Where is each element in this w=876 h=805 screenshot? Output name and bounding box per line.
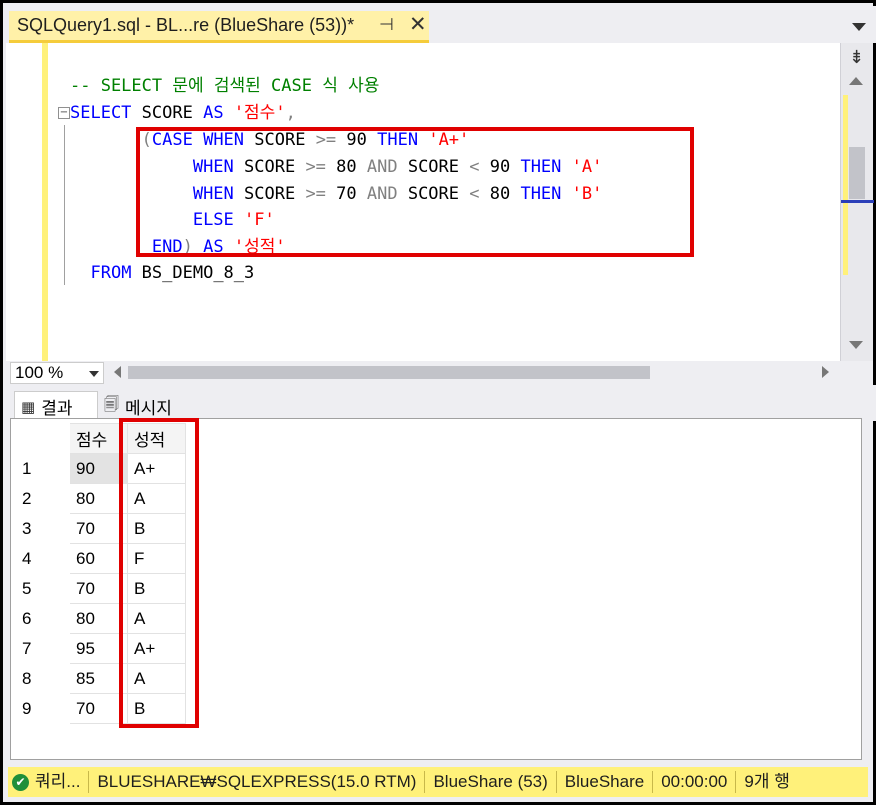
document-tab-title: SQLQuery1.sql - BL...re (BlueShare (53))… — [17, 15, 355, 35]
code-token: BS_DEMO_8_3 — [131, 263, 255, 283]
pin-icon[interactable]: ⊣ — [379, 15, 394, 35]
status-bar: ✔ 쿼리... BLUESHARE₩SQLEXPRESS(15.0 RTM) B… — [8, 767, 868, 797]
tab-messages-label: 메시지 — [125, 398, 172, 419]
row-number[interactable]: 4 — [15, 543, 70, 574]
code-token: AS — [203, 103, 224, 123]
tab-messages[interactable]: 🗐 메시지 — [98, 391, 192, 421]
scroll-right-icon[interactable] — [822, 366, 829, 378]
code-token: SELECT — [70, 103, 132, 123]
editor-vertical-scrollbar[interactable]: ⇟ — [840, 43, 874, 361]
tab-results[interactable]: ▦ 결과 — [14, 391, 98, 421]
row-number[interactable]: 8 — [15, 663, 70, 694]
status-row-count: 9개 행 — [735, 771, 797, 793]
scroll-left-icon[interactable] — [114, 366, 121, 378]
document-tab[interactable]: SQLQuery1.sql - BL...re (BlueShare (53))… — [9, 11, 429, 43]
collapse-icon[interactable]: − — [58, 107, 70, 119]
status-database: BlueShare — [555, 771, 652, 793]
chevron-down-icon[interactable] — [852, 23, 866, 31]
zoom-scroll-bar: 100 % — [6, 361, 840, 385]
results-tab-strip: ▦ 결과 🗐 메시지 — [6, 385, 876, 421]
tab-close-icon[interactable]: ✕ — [409, 12, 427, 37]
change-margin-bar — [42, 43, 48, 361]
grid-corner[interactable] — [15, 423, 70, 454]
row-number[interactable]: 3 — [15, 513, 70, 544]
zoom-select[interactable]: 100 % — [10, 362, 104, 384]
scroll-up-icon[interactable] — [849, 77, 863, 85]
status-login: BlueShare (53) — [424, 771, 555, 793]
code-token: FROM — [90, 263, 132, 283]
caret-position-marker — [841, 200, 874, 203]
code-line[interactable]: -- SELECT 문에 검색된 CASE 식 사용 — [70, 73, 379, 99]
code-line[interactable]: SELECT SCORE AS '점수', — [70, 100, 296, 126]
row-number[interactable]: 9 — [15, 693, 70, 724]
grade-column-highlight-box — [119, 418, 199, 728]
scroll-change-marker — [843, 95, 848, 275]
row-number[interactable]: 1 — [15, 453, 70, 484]
row-number[interactable]: 7 — [15, 633, 70, 664]
status-server: BLUESHARE₩SQLEXPRESS(15.0 RTM) — [88, 771, 424, 793]
chevron-down-icon[interactable] — [89, 371, 99, 377]
vertical-scroll-thumb[interactable] — [849, 147, 865, 199]
outline-line — [64, 125, 65, 285]
scroll-down-icon[interactable] — [849, 341, 863, 349]
code-token: SCORE — [131, 103, 204, 123]
code-line[interactable]: FROM BS_DEMO_8_3 — [70, 260, 254, 286]
grid-icon: ▦ — [21, 397, 36, 416]
tab-results-label: 결과 — [41, 399, 73, 419]
code-token: , — [285, 103, 296, 123]
split-icon[interactable]: ⇟ — [849, 47, 864, 68]
case-expression-highlight-box — [136, 127, 694, 257]
status-query-state: 쿼리... — [35, 772, 81, 791]
messages-icon: 🗐 — [104, 394, 119, 413]
row-number[interactable]: 6 — [15, 603, 70, 634]
status-ok-icon: ✔ — [12, 773, 29, 791]
code-token: -- SELECT 문에 검색된 CASE 식 사용 — [70, 76, 380, 96]
zoom-value: 100 % — [15, 363, 64, 382]
horizontal-scroll-thumb[interactable] — [128, 366, 650, 379]
query-editor[interactable]: − -- SELECT 문에 검색된 CASE 식 사용 SELECT SCORE… — [6, 43, 840, 361]
status-elapsed: 00:00:00 — [652, 771, 735, 793]
row-number[interactable]: 5 — [15, 573, 70, 604]
code-token: '점수' — [233, 103, 286, 123]
row-number[interactable]: 2 — [15, 483, 70, 514]
document-tab-bar: SQLQuery1.sql - BL...re (BlueShare (53))… — [6, 6, 876, 43]
